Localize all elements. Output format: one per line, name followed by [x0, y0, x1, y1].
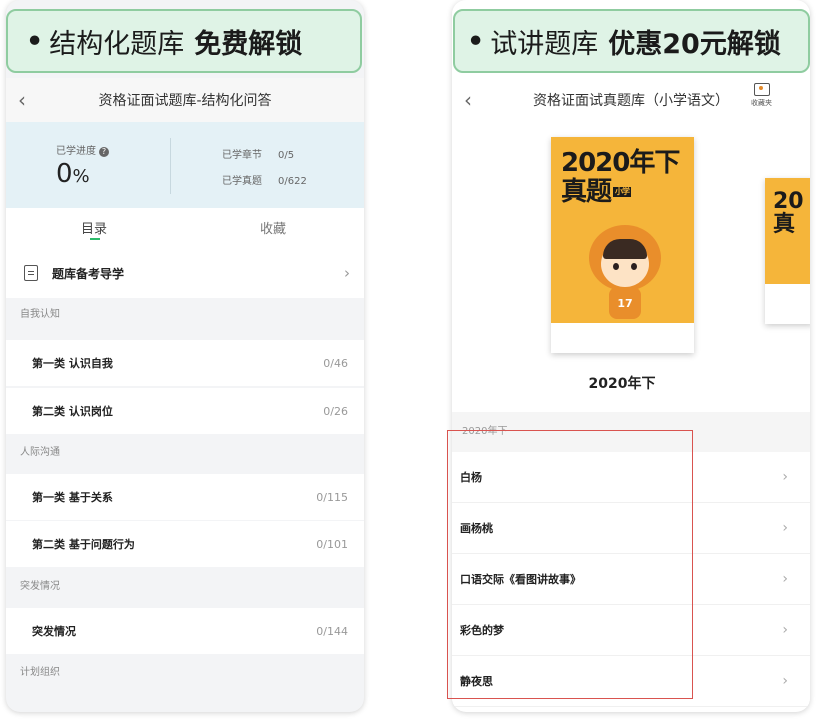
- tab-bar: 目录 收藏: [6, 208, 364, 248]
- document-icon: [24, 265, 38, 281]
- next-cover-card[interactable]: 20 真: [765, 178, 810, 324]
- chevron-right-icon: ›: [782, 520, 788, 536]
- exam-cover-card[interactable]: 2020年下 真题 小学 17: [551, 137, 694, 353]
- favorites-button[interactable]: 收藏夹: [751, 83, 772, 108]
- right-page-title: 资格证面试真题库（小学语文）: [533, 93, 729, 109]
- progress-block: 已学进度? 0%: [56, 142, 109, 189]
- section-header: 自我认知: [6, 298, 364, 332]
- cover-title-line2: 真题: [561, 176, 612, 207]
- free-unlock-banner: • 结构化题库 免费解锁: [6, 9, 362, 73]
- questions-stat: 已学真题 0/622: [222, 176, 307, 187]
- left-page-title: 资格证面试题库-结构化问答: [98, 93, 272, 109]
- cover-tag: 小学: [613, 187, 632, 198]
- cover-badge-number: 17: [617, 297, 633, 310]
- learning-stats: 已学进度? 0% 已学章节 0/5 已学真题 0/622: [6, 122, 364, 208]
- chevron-right-icon: ›: [782, 571, 788, 587]
- chevron-right-icon: ›: [782, 622, 788, 638]
- chevron-right-icon: ›: [344, 264, 350, 282]
- progress-label: 已学进度: [56, 146, 96, 157]
- list-item[interactable]: 第一类 认识自我 0/46: [6, 340, 364, 386]
- stats-divider: [170, 138, 171, 194]
- cover-title-line1: 2020年下: [561, 148, 680, 178]
- list-item[interactable]: 第二类 基于问题行为 0/101: [6, 521, 364, 567]
- study-guide-row[interactable]: 题库备考导学 ›: [6, 248, 364, 298]
- favorites-icon: [753, 83, 770, 96]
- help-icon[interactable]: ?: [99, 147, 109, 157]
- section-header: 突发情况: [6, 570, 364, 604]
- back-icon[interactable]: ‹: [18, 88, 26, 112]
- discount-unlock-banner: • 试讲题库 优惠20元解锁: [453, 9, 810, 73]
- active-tab-indicator: [90, 238, 100, 240]
- section-header: 人际沟通: [6, 436, 364, 470]
- list-item[interactable]: 突发情况 0/144: [6, 608, 364, 654]
- chevron-right-icon: ›: [782, 673, 788, 689]
- tab-catalog[interactable]: 目录: [81, 218, 107, 237]
- left-nav-bar: ‹ 资格证面试题库-结构化问答: [6, 78, 364, 122]
- list-item[interactable]: 第二类 认识岗位 0/26: [6, 388, 364, 434]
- progress-value: 0%: [56, 159, 90, 189]
- tab-favorites[interactable]: 收藏: [260, 218, 286, 237]
- left-phone-screen: ‹ 资格证面试题库-结构化问答 已学进度? 0% 已学章节 0/5 已学真题 0/6…: [6, 0, 364, 712]
- back-icon[interactable]: ‹: [464, 88, 472, 112]
- highlight-box: [447, 430, 693, 699]
- section-header: 计划组织: [6, 656, 364, 690]
- chevron-right-icon: ›: [782, 469, 788, 485]
- list-item[interactable]: 第一类 基于关系 0/115: [6, 474, 364, 520]
- study-guide-label: 题库备考导学: [52, 266, 125, 281]
- right-nav-bar: ‹ 资格证面试真题库（小学语文） 收藏夹: [452, 78, 810, 122]
- cover-caption: 2020年下: [588, 376, 656, 392]
- chapters-stat: 已学章节 0/5: [222, 150, 295, 161]
